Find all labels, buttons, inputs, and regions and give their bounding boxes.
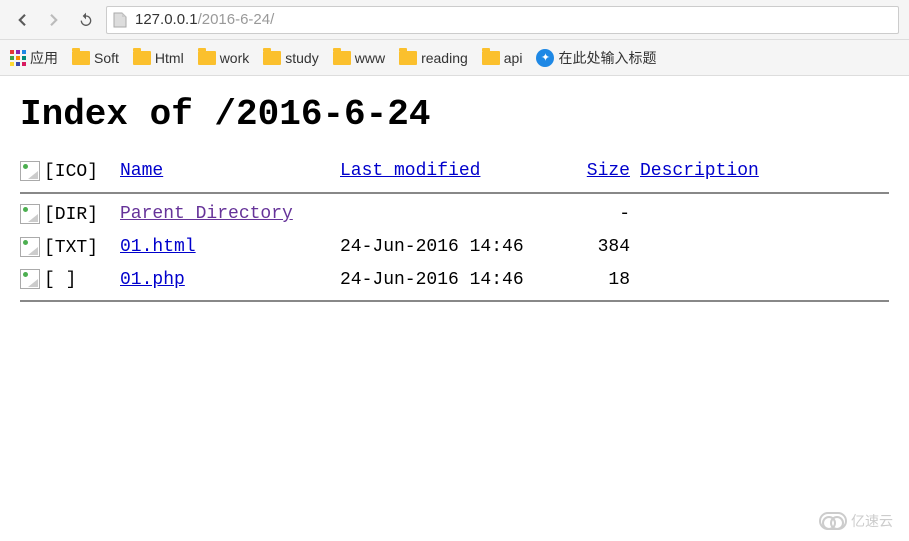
file-type-alt: [TXT] — [44, 237, 98, 257]
apps-button[interactable]: 应用 — [10, 48, 58, 68]
bookmark-folder[interactable]: Soft — [72, 50, 119, 66]
bookmarks-bar: 应用 Soft Html work study www reading api ✦ 在此处输… — [0, 40, 909, 76]
sort-name[interactable]: Name — [120, 161, 163, 181]
watermark: 亿速云 — [819, 511, 893, 531]
bookmark-folder[interactable]: api — [482, 50, 523, 66]
icon-header-alt: [ICO] — [44, 162, 98, 182]
divider — [20, 300, 889, 302]
folder-icon — [399, 51, 417, 65]
bookmark-other[interactable]: ✦ 在此处输入标题 — [536, 48, 656, 68]
file-modified: 24-Jun-2016 14:46 — [340, 237, 570, 257]
listing-row: [ ] 01.php 24-Jun-2016 14:4618 — [20, 263, 889, 296]
folder-icon — [263, 51, 281, 65]
file-size: 18 — [570, 270, 630, 290]
directory-listing: [ICO] Name Last modified Size Descriptio… — [20, 155, 889, 302]
sort-size[interactable]: Size — [587, 161, 630, 181]
bookmark-folder[interactable]: work — [198, 50, 250, 66]
globe-icon: ✦ — [536, 49, 554, 67]
watermark-text: 亿速云 — [851, 511, 893, 531]
bookmark-label: work — [220, 50, 250, 66]
file-link[interactable]: Parent Directory — [120, 204, 293, 224]
back-button[interactable] — [10, 8, 34, 32]
listing-row: [DIR] Parent Directory - — [20, 198, 889, 231]
reload-button[interactable] — [74, 8, 98, 32]
file-size: - — [570, 204, 630, 224]
file-type-alt: [ ] — [44, 270, 76, 290]
url-bar[interactable]: 127.0.0.1/2016-6-24/ — [106, 6, 899, 34]
file-modified: 24-Jun-2016 14:46 — [340, 270, 570, 290]
folder-icon — [72, 51, 90, 65]
folder-icon — [133, 51, 151, 65]
url-host: 127.0.0.1 — [135, 11, 198, 28]
divider — [20, 192, 889, 194]
page-title: Index of /2016-6-24 — [20, 94, 889, 135]
folder-icon — [198, 51, 216, 65]
bookmark-label: www — [355, 50, 385, 66]
sort-modified[interactable]: Last modified — [340, 161, 480, 181]
broken-image-icon — [20, 237, 40, 257]
file-type-alt: [DIR] — [44, 205, 98, 225]
file-link[interactable]: 01.php — [120, 270, 185, 290]
bookmark-placeholder: 在此处输入标题 — [558, 48, 656, 68]
listing-row: [TXT] 01.html 24-Jun-2016 14:46384 — [20, 231, 889, 264]
bookmark-label: reading — [421, 50, 468, 66]
bookmark-label: Html — [155, 50, 184, 66]
bookmark-folder[interactable]: reading — [399, 50, 468, 66]
bookmark-folder[interactable]: www — [333, 50, 385, 66]
folder-icon — [333, 51, 351, 65]
sort-description[interactable]: Description — [640, 161, 759, 181]
broken-image-icon — [20, 161, 40, 181]
bookmark-folder[interactable]: Html — [133, 50, 184, 66]
apps-icon — [10, 50, 26, 66]
bookmark-label: api — [504, 50, 523, 66]
folder-icon — [482, 51, 500, 65]
bookmark-label: Soft — [94, 50, 119, 66]
forward-button[interactable] — [42, 8, 66, 32]
page-icon — [113, 12, 129, 28]
file-link[interactable]: 01.html — [120, 237, 196, 257]
bookmark-label: study — [285, 50, 318, 66]
file-size: 384 — [570, 237, 630, 257]
broken-image-icon — [20, 269, 40, 289]
browser-toolbar: 127.0.0.1/2016-6-24/ — [0, 0, 909, 40]
bookmark-folder[interactable]: study — [263, 50, 318, 66]
broken-image-icon — [20, 204, 40, 224]
watermark-icon — [819, 512, 847, 530]
page-content: Index of /2016-6-24 [ICO] Name Last modi… — [0, 76, 909, 316]
url-path: /2016-6-24/ — [198, 11, 275, 28]
listing-header: [ICO] Name Last modified Size Descriptio… — [20, 155, 889, 188]
apps-label: 应用 — [30, 48, 58, 68]
